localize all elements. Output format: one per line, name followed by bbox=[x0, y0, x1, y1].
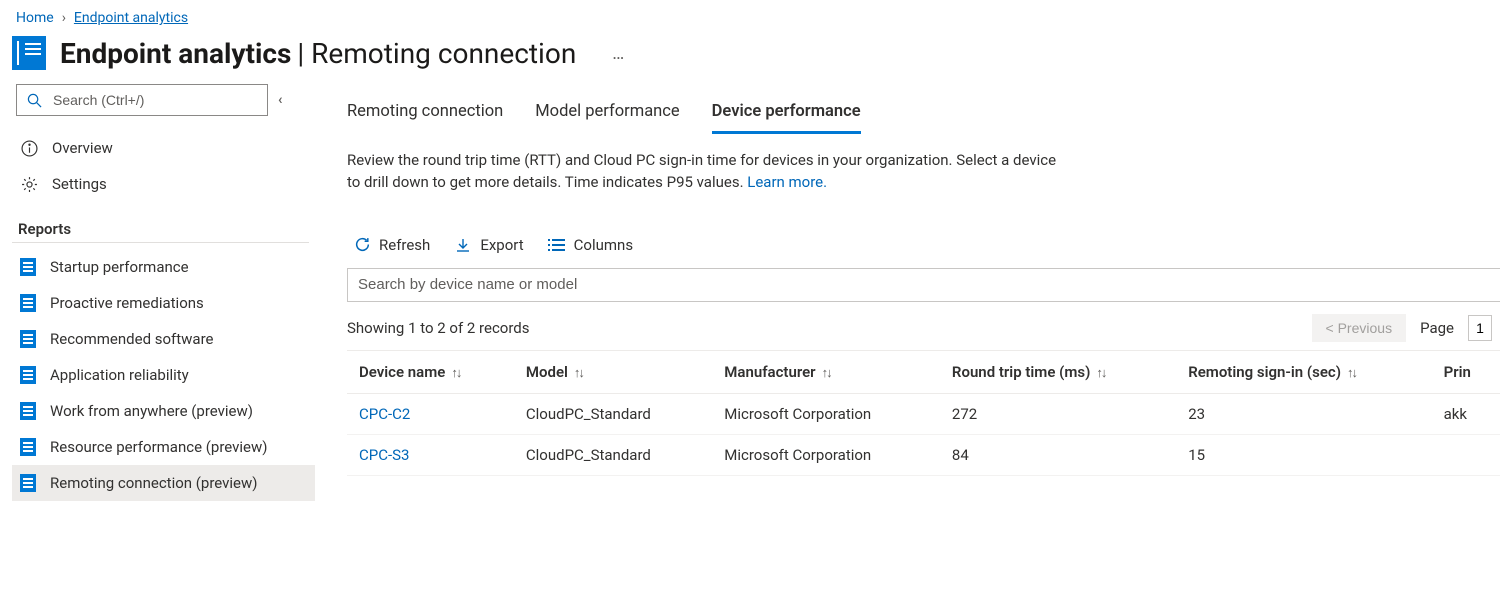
page-title-light: | Remoting connection bbox=[297, 37, 576, 70]
col-device-name[interactable]: Device name↑↓ bbox=[347, 350, 514, 393]
tab-remoting-connection[interactable]: Remoting connection bbox=[347, 102, 503, 134]
description-text: Review the round trip time (RTT) and Clo… bbox=[347, 151, 1056, 191]
device-performance-table: Device name↑↓ Model↑↓ Manufacturer↑↓ Rou… bbox=[347, 350, 1500, 476]
tab-device-performance[interactable]: Device performance bbox=[712, 102, 861, 134]
col-round-trip-time[interactable]: Round trip time (ms)↑↓ bbox=[940, 350, 1176, 393]
sidebar-section-reports: Reports bbox=[12, 202, 309, 243]
table-toolbar: Refresh Export Columns bbox=[347, 194, 1500, 268]
page-number-input[interactable] bbox=[1468, 315, 1492, 341]
columns-button[interactable]: Columns bbox=[548, 236, 633, 254]
records-summary: Showing 1 to 2 of 2 records bbox=[347, 319, 530, 337]
sidebar-item-recommended-software[interactable]: Recommended software bbox=[12, 321, 315, 357]
columns-label: Columns bbox=[574, 236, 633, 254]
sidebar-item-label: Remoting connection (preview) bbox=[50, 474, 258, 492]
report-icon bbox=[20, 294, 36, 312]
columns-icon bbox=[548, 236, 566, 254]
report-icon bbox=[20, 402, 36, 420]
main-content: Remoting connection Model performance De… bbox=[315, 84, 1500, 591]
report-icon bbox=[20, 474, 36, 492]
table-row[interactable]: CPC-S3 CloudPC_Standard Microsoft Corpor… bbox=[347, 434, 1500, 475]
cell-manufacturer: Microsoft Corporation bbox=[712, 434, 940, 475]
sidebar-search-box[interactable] bbox=[16, 84, 268, 116]
col-model[interactable]: Model↑↓ bbox=[514, 350, 712, 393]
sidebar: ‹‹ Overview Settings Reports Startup per… bbox=[0, 84, 315, 591]
sidebar-item-label: Settings bbox=[52, 175, 107, 193]
cell-signin: 23 bbox=[1176, 393, 1431, 434]
sidebar-item-startup-performance[interactable]: Startup performance bbox=[12, 249, 315, 285]
export-label: Export bbox=[480, 236, 523, 254]
breadcrumb-current[interactable]: Endpoint analytics bbox=[74, 10, 188, 26]
sidebar-item-work-from-anywhere[interactable]: Work from anywhere (preview) bbox=[12, 393, 315, 429]
table-search-input[interactable] bbox=[347, 268, 1500, 302]
pager: < Previous Page bbox=[1312, 314, 1500, 342]
col-remoting-sign-in[interactable]: Remoting sign-in (sec)↑↓ bbox=[1176, 350, 1431, 393]
cell-model: CloudPC_Standard bbox=[514, 434, 712, 475]
tab-model-performance[interactable]: Model performance bbox=[535, 102, 679, 134]
breadcrumb-separator: › bbox=[62, 10, 66, 26]
cell-primary: akk bbox=[1432, 393, 1500, 434]
refresh-button[interactable]: Refresh bbox=[353, 236, 430, 254]
sort-icon: ↑↓ bbox=[1096, 366, 1105, 381]
cell-rtt: 272 bbox=[940, 393, 1176, 434]
sort-icon: ↑↓ bbox=[451, 366, 460, 381]
sidebar-item-resource-performance[interactable]: Resource performance (preview) bbox=[12, 429, 315, 465]
sort-icon: ↑↓ bbox=[822, 366, 831, 381]
cell-primary bbox=[1432, 434, 1500, 475]
report-icon bbox=[20, 258, 36, 276]
gear-icon bbox=[20, 175, 38, 193]
device-link[interactable]: CPC-S3 bbox=[347, 434, 514, 475]
col-manufacturer[interactable]: Manufacturer↑↓ bbox=[712, 350, 940, 393]
refresh-label: Refresh bbox=[379, 236, 430, 254]
page-title-bold: Endpoint analytics bbox=[60, 37, 291, 70]
export-button[interactable]: Export bbox=[454, 236, 523, 254]
sidebar-item-proactive-remediations[interactable]: Proactive remediations bbox=[12, 285, 315, 321]
col-primary[interactable]: Prin bbox=[1432, 350, 1500, 393]
page-title: Endpoint analytics | Remoting connection bbox=[60, 37, 576, 70]
info-icon bbox=[20, 139, 38, 157]
sidebar-item-overview[interactable]: Overview bbox=[12, 130, 315, 166]
report-icon bbox=[20, 366, 36, 384]
sidebar-item-label: Proactive remediations bbox=[50, 294, 204, 312]
search-icon bbox=[25, 91, 43, 109]
device-link[interactable]: CPC-C2 bbox=[347, 393, 514, 434]
sidebar-item-application-reliability[interactable]: Application reliability bbox=[12, 357, 315, 393]
breadcrumb-home[interactable]: Home bbox=[16, 10, 54, 26]
cell-signin: 15 bbox=[1176, 434, 1431, 475]
sidebar-item-label: Work from anywhere (preview) bbox=[50, 402, 253, 420]
tab-bar: Remoting connection Model performance De… bbox=[347, 84, 1500, 134]
table-row[interactable]: CPC-C2 CloudPC_Standard Microsoft Corpor… bbox=[347, 393, 1500, 434]
download-icon bbox=[454, 236, 472, 254]
sidebar-item-label: Overview bbox=[52, 139, 113, 157]
more-actions-button[interactable]: … bbox=[612, 43, 625, 64]
sidebar-item-label: Resource performance (preview) bbox=[50, 438, 268, 456]
sidebar-search-input[interactable] bbox=[51, 91, 259, 109]
refresh-icon bbox=[353, 236, 371, 254]
cell-manufacturer: Microsoft Corporation bbox=[712, 393, 940, 434]
breadcrumb: Home › Endpoint analytics bbox=[0, 0, 1500, 30]
endpoint-analytics-icon bbox=[12, 36, 46, 70]
report-icon bbox=[20, 438, 36, 456]
sort-icon: ↑↓ bbox=[574, 366, 583, 381]
sort-icon: ↑↓ bbox=[1347, 366, 1356, 381]
cell-model: CloudPC_Standard bbox=[514, 393, 712, 434]
sidebar-item-settings[interactable]: Settings bbox=[12, 166, 315, 202]
learn-more-link[interactable]: Learn more. bbox=[747, 173, 827, 191]
page-label: Page bbox=[1420, 319, 1454, 337]
sidebar-item-remoting-connection[interactable]: Remoting connection (preview) bbox=[12, 465, 315, 501]
sidebar-item-label: Startup performance bbox=[50, 258, 189, 276]
report-icon bbox=[20, 330, 36, 348]
sidebar-item-label: Recommended software bbox=[50, 330, 214, 348]
page-header: Endpoint analytics | Remoting connection… bbox=[0, 30, 1500, 84]
tab-description: Review the round trip time (RTT) and Clo… bbox=[347, 134, 1067, 194]
cell-rtt: 84 bbox=[940, 434, 1176, 475]
sidebar-item-label: Application reliability bbox=[50, 366, 189, 384]
previous-page-button[interactable]: < Previous bbox=[1312, 314, 1407, 342]
